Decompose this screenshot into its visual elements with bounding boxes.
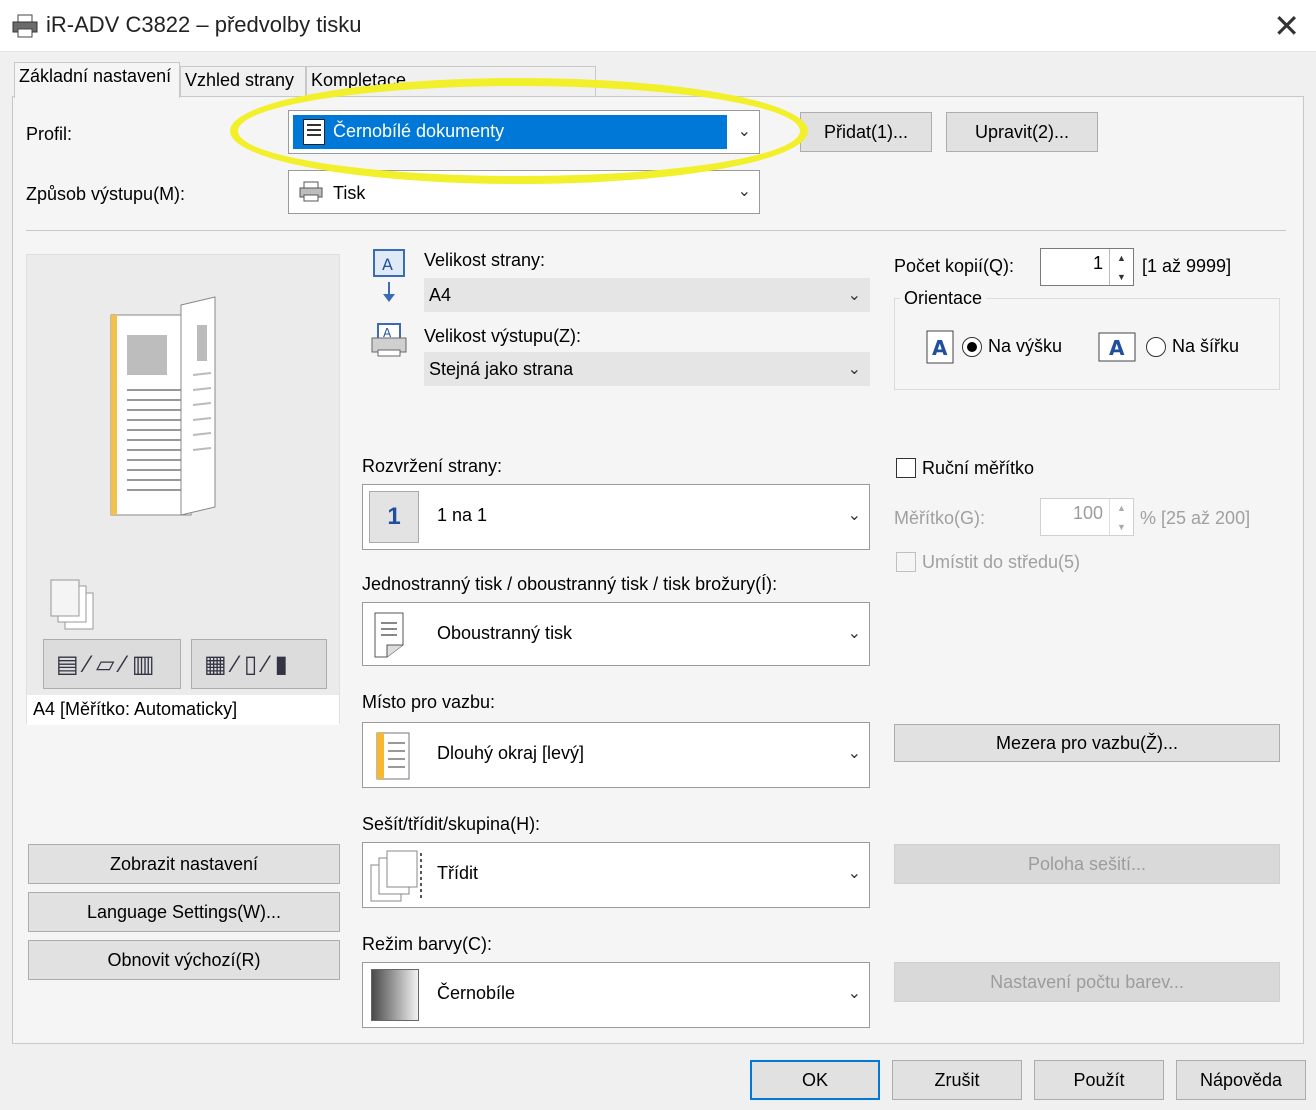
output-size-select[interactable]: Stejná jako strana ⌄ bbox=[424, 352, 870, 386]
collate-icon bbox=[370, 850, 422, 902]
page-layout-label: Rozvržení strany: bbox=[362, 456, 503, 476]
binding-select[interactable]: Dlouhý okraj [levý] ⌄ bbox=[362, 722, 870, 788]
tab-finishing[interactable]: Kompletace bbox=[306, 66, 596, 96]
output-size-icon: A bbox=[371, 323, 407, 357]
copies-value: 1 bbox=[1092, 253, 1103, 273]
color-mode-select[interactable]: Černobíle ⌄ bbox=[362, 962, 870, 1028]
tab-basic-settings[interactable]: Základní nastavení bbox=[14, 62, 180, 98]
scale-range: % [25 až 200] bbox=[1140, 508, 1251, 528]
title-bar: iR-ADV C3822 – předvolby tisku ✕ bbox=[0, 0, 1316, 52]
landscape-radio[interactable] bbox=[1146, 337, 1166, 357]
stepper-arrows-icon[interactable]: ▲ ▼ bbox=[1109, 249, 1133, 285]
duplex-select[interactable]: Oboustranný tisk ⌄ bbox=[362, 602, 870, 666]
restore-defaults-button[interactable]: Obnovit výchozí(R) bbox=[28, 940, 340, 980]
output-size-label: Velikost výstupu(Z): bbox=[424, 326, 582, 346]
color-count-button[interactable]: Nastavení počtu barev... bbox=[894, 962, 1280, 1002]
manual-scale-checkbox[interactable] bbox=[896, 458, 916, 478]
duplex-label: Jednostranný tisk / oboustranný tisk / t… bbox=[362, 574, 778, 594]
page-layout-icon: 1 bbox=[369, 491, 419, 543]
chevron-down-icon: ⌄ bbox=[847, 985, 861, 1002]
page-size-value: A4 bbox=[429, 285, 452, 305]
tab-page-setup[interactable]: Vzhled strany bbox=[180, 66, 306, 96]
copies-label: Počet kopií(Q): bbox=[894, 256, 1015, 276]
ok-button[interactable]: OK bbox=[750, 1060, 880, 1100]
scale-value: 100 bbox=[1072, 503, 1103, 523]
color-mode-value: Černobíle bbox=[437, 983, 516, 1003]
chevron-down-icon: ⌄ bbox=[847, 361, 861, 378]
profile-value: Černobílé dokumenty bbox=[333, 121, 505, 141]
cancel-button[interactable]: Zrušit bbox=[892, 1060, 1022, 1100]
close-button[interactable]: ✕ bbox=[1273, 6, 1300, 46]
copies-stack-icon bbox=[50, 579, 94, 630]
binding-gap-button[interactable]: Mezera pro vazbu(Ž)... bbox=[894, 724, 1280, 762]
output-size-value: Stejná jako strana bbox=[429, 359, 574, 379]
landscape-label: Na šířku bbox=[1172, 336, 1240, 356]
help-button[interactable]: Nápověda bbox=[1176, 1060, 1306, 1100]
color-mode-preview-button[interactable]: ▦ ⁄ ▯ ⁄ ▮ bbox=[191, 639, 327, 689]
show-settings-button[interactable]: Zobrazit nastavení bbox=[28, 844, 340, 884]
portrait-radio[interactable] bbox=[962, 337, 982, 357]
orientation-label: Orientace bbox=[900, 288, 987, 309]
duplex-icon bbox=[374, 612, 404, 658]
output-method-value: Tisk bbox=[333, 183, 366, 203]
divider bbox=[26, 230, 1286, 231]
window-title: iR-ADV C3822 – předvolby tisku bbox=[46, 12, 362, 37]
finishing-label: Sešít/třídit/skupina(H): bbox=[362, 814, 541, 834]
add-profile-button[interactable]: Přidat(1)... bbox=[800, 112, 932, 152]
center-checkbox[interactable] bbox=[896, 552, 916, 572]
portrait-label: Na výšku bbox=[988, 336, 1063, 356]
apply-button[interactable]: Použít bbox=[1034, 1060, 1164, 1100]
document-icon bbox=[303, 119, 325, 145]
landscape-orientation-icon: A bbox=[1098, 332, 1136, 362]
color-preview-icon: ▦ ⁄ ▯ ⁄ ▮ bbox=[204, 651, 288, 678]
binding-edge-icon bbox=[376, 732, 410, 780]
binding-value: Dlouhý okraj [levý] bbox=[437, 743, 585, 763]
copies-stepper[interactable]: 1 ▲ ▼ bbox=[1040, 248, 1134, 286]
finishing-select[interactable]: Třídit ⌄ bbox=[362, 842, 870, 908]
binding-label: Místo pro vazbu: bbox=[362, 692, 496, 712]
chevron-down-icon: ⌄ bbox=[847, 287, 861, 304]
chevron-down-icon: ⌄ bbox=[847, 745, 861, 762]
scale-label: Měřítko(G): bbox=[894, 508, 986, 528]
grayscale-icon bbox=[371, 969, 419, 1021]
chevron-down-icon: ⌄ bbox=[847, 625, 861, 642]
profile-select[interactable]: Černobílé dokumenty ⌄ bbox=[288, 110, 760, 154]
finishing-value: Třídit bbox=[437, 863, 479, 883]
page-preview-icon bbox=[110, 296, 216, 516]
duplex-value: Oboustranný tisk bbox=[437, 623, 573, 643]
svg-text:A: A bbox=[382, 255, 393, 274]
page-preview: ▤ ⁄ ▱ ⁄ ▥ ▦ ⁄ ▯ ⁄ ▮ A4 [Měřítko: Automat… bbox=[26, 254, 340, 725]
language-settings-button[interactable]: Language Settings(W)... bbox=[28, 892, 340, 932]
portrait-orientation-icon: A bbox=[926, 330, 954, 364]
layout-mode-button[interactable]: ▤ ⁄ ▱ ⁄ ▥ bbox=[43, 639, 181, 689]
color-mode-label: Režim barvy(C): bbox=[362, 934, 493, 954]
page-size-label: Velikost strany: bbox=[424, 250, 546, 270]
printer-icon bbox=[12, 14, 38, 38]
chevron-down-icon: ⌄ bbox=[847, 507, 861, 524]
stepper-arrows-icon[interactable]: ▲ ▼ bbox=[1109, 499, 1133, 535]
chevron-down-icon: ⌄ bbox=[847, 865, 861, 882]
page-layout-value: 1 na 1 bbox=[437, 505, 488, 525]
svg-text:A: A bbox=[932, 336, 948, 360]
edit-profile-button[interactable]: Upravit(2)... bbox=[946, 112, 1098, 152]
output-method-select[interactable]: Tisk ⌄ bbox=[288, 170, 760, 214]
output-method-label: Způsob výstupu(M): bbox=[26, 184, 186, 204]
printer-icon bbox=[299, 181, 323, 202]
chevron-down-icon: ⌄ bbox=[737, 183, 751, 200]
chevron-down-icon: ⌄ bbox=[737, 123, 751, 140]
page-size-select[interactable]: A4 ⌄ bbox=[424, 278, 870, 312]
staple-position-button[interactable]: Poloha sešití... bbox=[894, 844, 1280, 884]
preview-caption: A4 [Měřítko: Automaticky] bbox=[27, 695, 339, 725]
page-size-icon: A bbox=[373, 249, 405, 302]
manual-scale-label: Ruční měřítko bbox=[922, 458, 1035, 478]
copies-range: [1 až 9999] bbox=[1142, 256, 1232, 276]
profile-label: Profil: bbox=[26, 124, 73, 144]
page-layout-select[interactable]: 1 1 na 1 ⌄ bbox=[362, 484, 870, 550]
center-label: Umístit do středu(5) bbox=[922, 552, 1081, 572]
scale-stepper[interactable]: 100 ▲ ▼ bbox=[1040, 498, 1134, 536]
booklet-layout-icon: ▤ ⁄ ▱ ⁄ ▥ bbox=[56, 651, 155, 678]
svg-text:A: A bbox=[1109, 336, 1125, 360]
